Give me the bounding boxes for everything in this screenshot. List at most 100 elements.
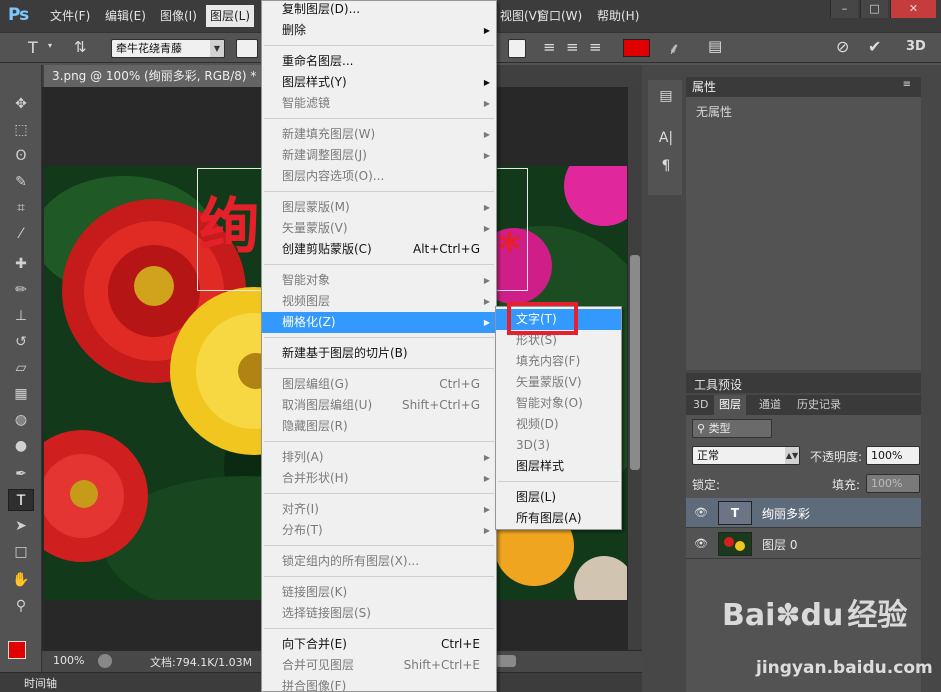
- layer-menu-item[interactable]: 拼合图像(F): [262, 676, 496, 692]
- layer-menu-item[interactable]: 复制图层(D)...: [262, 0, 496, 20]
- layer-menu-item[interactable]: 视频图层 ▶: [262, 291, 496, 312]
- warp-text-icon[interactable]: ⸙: [668, 37, 680, 59]
- opacity-input[interactable]: 100%: [866, 446, 920, 465]
- eye-icon[interactable]: 👁: [694, 506, 708, 519]
- font-family-select[interactable]: 牵牛花绕青藤 ▼: [111, 39, 225, 58]
- quick-select-tool-icon[interactable]: ✎: [8, 171, 34, 193]
- zoom-tool-icon[interactable]: ⚲: [8, 595, 34, 617]
- pen-tool-icon[interactable]: ✒: [8, 463, 34, 485]
- rasterize-submenu-item[interactable]: 图层(L): [496, 487, 621, 508]
- layer-menu-item[interactable]: 智能对象 ▶: [262, 270, 496, 291]
- status-icon[interactable]: [98, 654, 112, 668]
- layer-menu-item[interactable]: 合并形状(H) ▶: [262, 468, 496, 489]
- type-tool-icon[interactable]: T: [8, 489, 34, 511]
- layer-menu-item[interactable]: 创建剪贴蒙版(C) Alt+Ctrl+G: [262, 239, 496, 260]
- layer-menu-item[interactable]: 向下合并(E) Ctrl+E: [262, 634, 496, 655]
- blend-mode-select[interactable]: 正常 ▲▼: [692, 446, 800, 465]
- marquee-tool-icon[interactable]: ⬚: [8, 119, 34, 141]
- layer-menu-item[interactable]: 排列(A) ▶: [262, 447, 496, 468]
- zoom-level[interactable]: 100%: [53, 654, 84, 667]
- layer-name[interactable]: 图层 0: [762, 536, 797, 553]
- rasterize-submenu-item[interactable]: 图层样式: [496, 456, 621, 477]
- menu-file[interactable]: 文件(F): [50, 7, 90, 24]
- tab-history[interactable]: 历史记录: [792, 395, 846, 415]
- type-tool-icon[interactable]: T: [28, 38, 38, 57]
- lasso-tool-icon[interactable]: ʘ: [8, 145, 34, 167]
- cancel-icon[interactable]: ⊘: [836, 37, 849, 56]
- history-brush-tool-icon[interactable]: ↺: [8, 331, 34, 353]
- rasterize-submenu-item[interactable]: 3D(3): [496, 435, 621, 456]
- shape-tool-icon[interactable]: □: [8, 541, 34, 563]
- layer-menu-item[interactable]: 合并可见图层 Shift+Ctrl+E: [262, 655, 496, 676]
- rasterize-submenu-item[interactable]: 填充内容(F): [496, 351, 621, 372]
- brush-tool-icon[interactable]: ✏: [8, 279, 34, 301]
- foreground-color-swatch[interactable]: [8, 641, 26, 659]
- layer-menu-item[interactable]: 图层样式(Y) ▶: [262, 72, 496, 93]
- align-left-icon[interactable]: ≡: [543, 38, 556, 56]
- crop-tool-icon[interactable]: ⌗: [8, 197, 34, 219]
- font-size-select[interactable]: [508, 39, 526, 58]
- panel-menu-icon[interactable]: ≡: [903, 79, 911, 90]
- text-color-swatch[interactable]: [623, 39, 650, 57]
- paragraph-panel-icon[interactable]: ¶: [656, 158, 676, 178]
- align-right-icon[interactable]: ≡: [589, 38, 602, 56]
- rasterize-submenu-item[interactable]: 智能对象(O): [496, 393, 621, 414]
- stamp-tool-icon[interactable]: ⊥: [8, 305, 34, 327]
- 3d-icon[interactable]: 3D: [906, 39, 926, 54]
- layer-menu-item[interactable]: 新建调整图层(J) ▶: [262, 145, 496, 166]
- tab-layers[interactable]: 图层: [714, 395, 746, 415]
- close-button[interactable]: ✕: [890, 0, 936, 18]
- menu-help[interactable]: 帮助(H): [597, 7, 639, 24]
- layer-menu-item[interactable]: 智能滤镜 ▶: [262, 93, 496, 114]
- eyedropper-tool-icon[interactable]: ⁄: [8, 223, 34, 245]
- align-center-icon[interactable]: ≡: [566, 38, 579, 56]
- history-panel-icon[interactable]: ▤: [656, 88, 676, 108]
- layer-menu-item[interactable]: 新建填充图层(W) ▶: [262, 124, 496, 145]
- blur-tool-icon[interactable]: ◍: [8, 409, 34, 431]
- layer-menu-item[interactable]: 矢量蒙版(V) ▶: [262, 218, 496, 239]
- maximize-button[interactable]: □: [860, 0, 888, 18]
- commit-check-icon[interactable]: ✔: [868, 37, 881, 56]
- menu-view[interactable]: 视图(V): [500, 7, 542, 24]
- layer-menu-item[interactable]: 新建基于图层的切片(B): [262, 343, 496, 364]
- layer-menu-item[interactable]: 链接图层(K): [262, 582, 496, 603]
- layer-menu-item[interactable]: 删除 ▶: [262, 20, 496, 41]
- tab-3d[interactable]: 3D: [688, 395, 713, 415]
- character-panel-icon[interactable]: ▤: [708, 37, 722, 55]
- layer-menu-item[interactable]: 图层编组(G) Ctrl+G: [262, 374, 496, 395]
- layer-menu-item[interactable]: 选择链接图层(S): [262, 603, 496, 624]
- eraser-tool-icon[interactable]: ▱: [8, 357, 34, 379]
- character-panel-icon[interactable]: A|: [656, 130, 676, 150]
- gradient-tool-icon[interactable]: ▦: [8, 383, 34, 405]
- eye-icon[interactable]: 👁: [694, 537, 708, 550]
- chevron-down-icon[interactable]: ▾: [48, 41, 52, 50]
- tool-presets-panel[interactable]: 工具预设: [686, 373, 921, 393]
- menu-edit[interactable]: 编辑(E): [105, 7, 146, 24]
- layer-menu-item[interactable]: 取消图层编组(U) Shift+Ctrl+G: [262, 395, 496, 416]
- scrollbar-thumb[interactable]: [630, 255, 640, 470]
- document-tab[interactable]: 3.png @ 100% (绚丽多彩, RGB/8) * ×: [44, 65, 285, 87]
- menu-layer[interactable]: 图层(L): [206, 5, 255, 27]
- layer-menu-item[interactable]: 锁定组内的所有图层(X)...: [262, 551, 496, 572]
- layer-menu-item[interactable]: 分布(T) ▶: [262, 520, 496, 541]
- menu-image[interactable]: 图像(I): [160, 7, 197, 24]
- layer-menu-item[interactable]: 重命名图层...: [262, 51, 496, 72]
- path-select-tool-icon[interactable]: ➤: [8, 515, 34, 537]
- rasterize-submenu-item[interactable]: 视频(D): [496, 414, 621, 435]
- hand-tool-icon[interactable]: ✋: [8, 569, 34, 591]
- move-tool-icon[interactable]: ✥: [8, 93, 34, 115]
- filter-kind-select[interactable]: ⚲ 类型: [692, 419, 772, 438]
- layer-menu-item[interactable]: 隐藏图层(R): [262, 416, 496, 437]
- rasterize-submenu-item[interactable]: 矢量蒙版(V): [496, 372, 621, 393]
- healing-brush-tool-icon[interactable]: ✚: [8, 253, 34, 275]
- document-info[interactable]: 文档:794.1K/1.03M: [150, 654, 252, 670]
- layer-name[interactable]: 绚丽多彩: [762, 505, 810, 522]
- layer-row-image[interactable]: 👁 图层 0: [686, 529, 921, 559]
- menu-window[interactable]: 窗口(W): [537, 7, 582, 24]
- layer-menu-item[interactable]: 图层蒙版(M) ▶: [262, 197, 496, 218]
- layer-row-text[interactable]: 👁 T 绚丽多彩: [686, 498, 921, 528]
- dodge-tool-icon[interactable]: ●: [8, 435, 34, 457]
- layer-menu-item[interactable]: 对齐(I) ▶: [262, 499, 496, 520]
- layer-menu-item[interactable]: 栅格化(Z) ▶: [262, 312, 496, 333]
- layer-menu-item[interactable]: 图层内容选项(O)...: [262, 166, 496, 187]
